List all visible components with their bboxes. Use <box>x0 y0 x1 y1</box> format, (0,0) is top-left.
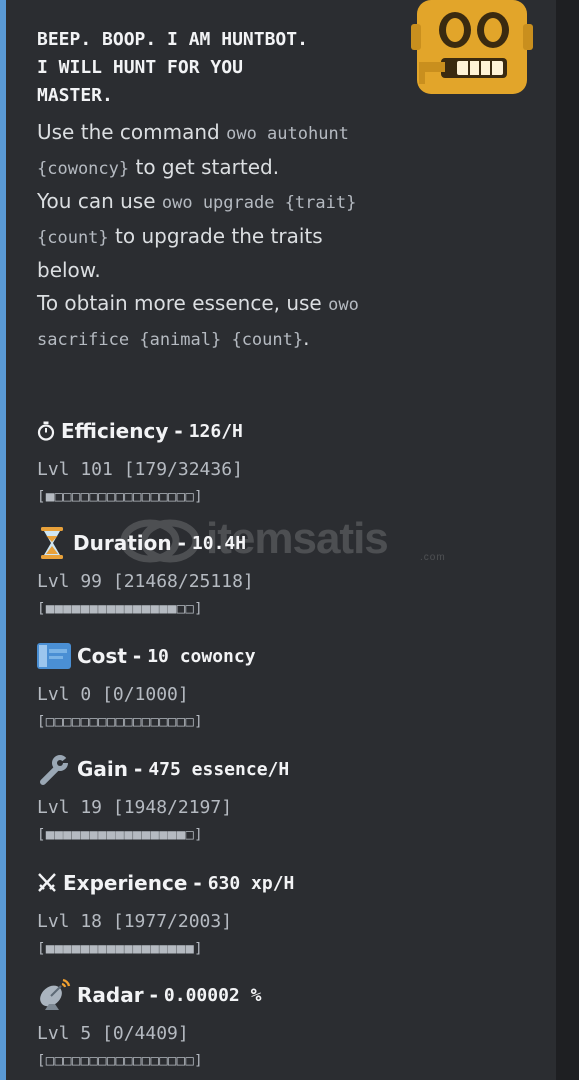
trait-level: Lvl 0 [0/1000] <box>37 684 189 705</box>
trait-name: Gain <box>77 757 129 781</box>
trait-radar: Radar - 0.00002 % Lvl 5 [0/4409] [□□□□□□… <box>37 978 537 1074</box>
trait-value: 630 xp/H <box>207 872 295 894</box>
trait-level: Lvl 19 [1948/2197] <box>37 797 233 818</box>
trait-separator: - <box>132 644 142 668</box>
trait-level: Lvl 99 [21468/25118] <box>37 571 254 592</box>
trait-value: 0.00002 % <box>163 984 262 1006</box>
trait-cost: Cost - 10 cowoncy Lvl 0 [0/1000] [□□□□□□… <box>37 639 537 735</box>
trait-gain: Gain - 475 essence/H Lvl 19 [1948/2197] … <box>37 752 537 848</box>
trait-progress-bar: [■□□□□□□□□□□□□□□□□] <box>37 489 203 505</box>
trait-title: Cost - 10 cowoncy <box>37 639 537 673</box>
trait-progress-bar: [□□□□□□□□□□□□□□□□□] <box>37 1053 203 1069</box>
wrench-icon <box>37 752 71 786</box>
trait-name: Duration <box>73 531 172 555</box>
stopwatch-icon <box>37 414 55 448</box>
intro-text: You can use <box>37 189 162 214</box>
hourglass-icon <box>37 526 67 560</box>
satellite-dish-icon <box>37 978 71 1012</box>
intro-text: . <box>303 325 310 350</box>
embed-title: BEEP. BOOP. I AM HUNTBOT. I WILL HUNT FO… <box>37 29 308 106</box>
intro-text: To obtain more essence, use <box>37 290 329 315</box>
trait-experience: Experience - 630 xp/H Lvl 18 [1977/2003]… <box>37 866 537 962</box>
trait-value: 475 essence/H <box>148 758 290 780</box>
huntbot-thumbnail[interactable] <box>411 0 533 98</box>
trait-value: 126/H <box>188 420 243 442</box>
embed-card: BEEP. BOOP. I AM HUNTBOT. I WILL HUNT FO… <box>0 0 556 1080</box>
trait-progress-bar: [■■■■■■■■■■■■■■■■■] <box>37 941 203 957</box>
trait-progress-bar: [□□□□□□□□□□□□□□□□□] <box>37 714 203 730</box>
trait-level: Lvl 101 [179/32436] <box>37 459 243 480</box>
trait-name: Cost <box>77 644 127 668</box>
trait-level: Lvl 18 [1977/2003] <box>37 911 233 932</box>
trait-duration: Duration - 10.4H Lvl 99 [21468/25118] [■… <box>37 526 537 622</box>
trait-name: Radar <box>77 983 144 1007</box>
trait-separator: - <box>193 871 202 895</box>
trait-separator: - <box>149 983 158 1007</box>
trait-progress-bar: [■■■■■■■■■■■■■■■■□] <box>37 827 203 843</box>
trait-title: Radar - 0.00002 % <box>37 978 537 1012</box>
intro-text: Use the command <box>37 120 227 144</box>
trait-name: Efficiency <box>61 419 169 443</box>
trait-name: Experience <box>63 871 188 895</box>
trait-level: Lvl 5 [0/4409] <box>37 1023 189 1044</box>
trait-efficiency: Efficiency - 126/H Lvl 101 [179/32436] [… <box>37 414 537 510</box>
trait-value: 10.4H <box>191 532 247 554</box>
trait-progress-bar: [■■■■■■■■■■■■■■■□□] <box>37 601 203 617</box>
trait-title: Duration - 10.4H <box>37 526 537 560</box>
trait-title: Experience - 630 xp/H <box>37 866 537 900</box>
trait-separator: - <box>134 757 143 781</box>
trait-separator: - <box>174 419 183 443</box>
crossed-swords-icon <box>37 866 57 900</box>
ticket-icon <box>37 639 71 673</box>
trait-separator: - <box>177 531 186 555</box>
trait-value: 10 cowoncy <box>147 645 256 667</box>
intro-text: to get started. <box>129 154 280 179</box>
embed-description: Use the command owo autohunt {cowoncy} t… <box>37 116 367 356</box>
trait-title: Efficiency - 126/H <box>37 414 537 448</box>
trait-title: Gain - 475 essence/H <box>37 752 537 786</box>
